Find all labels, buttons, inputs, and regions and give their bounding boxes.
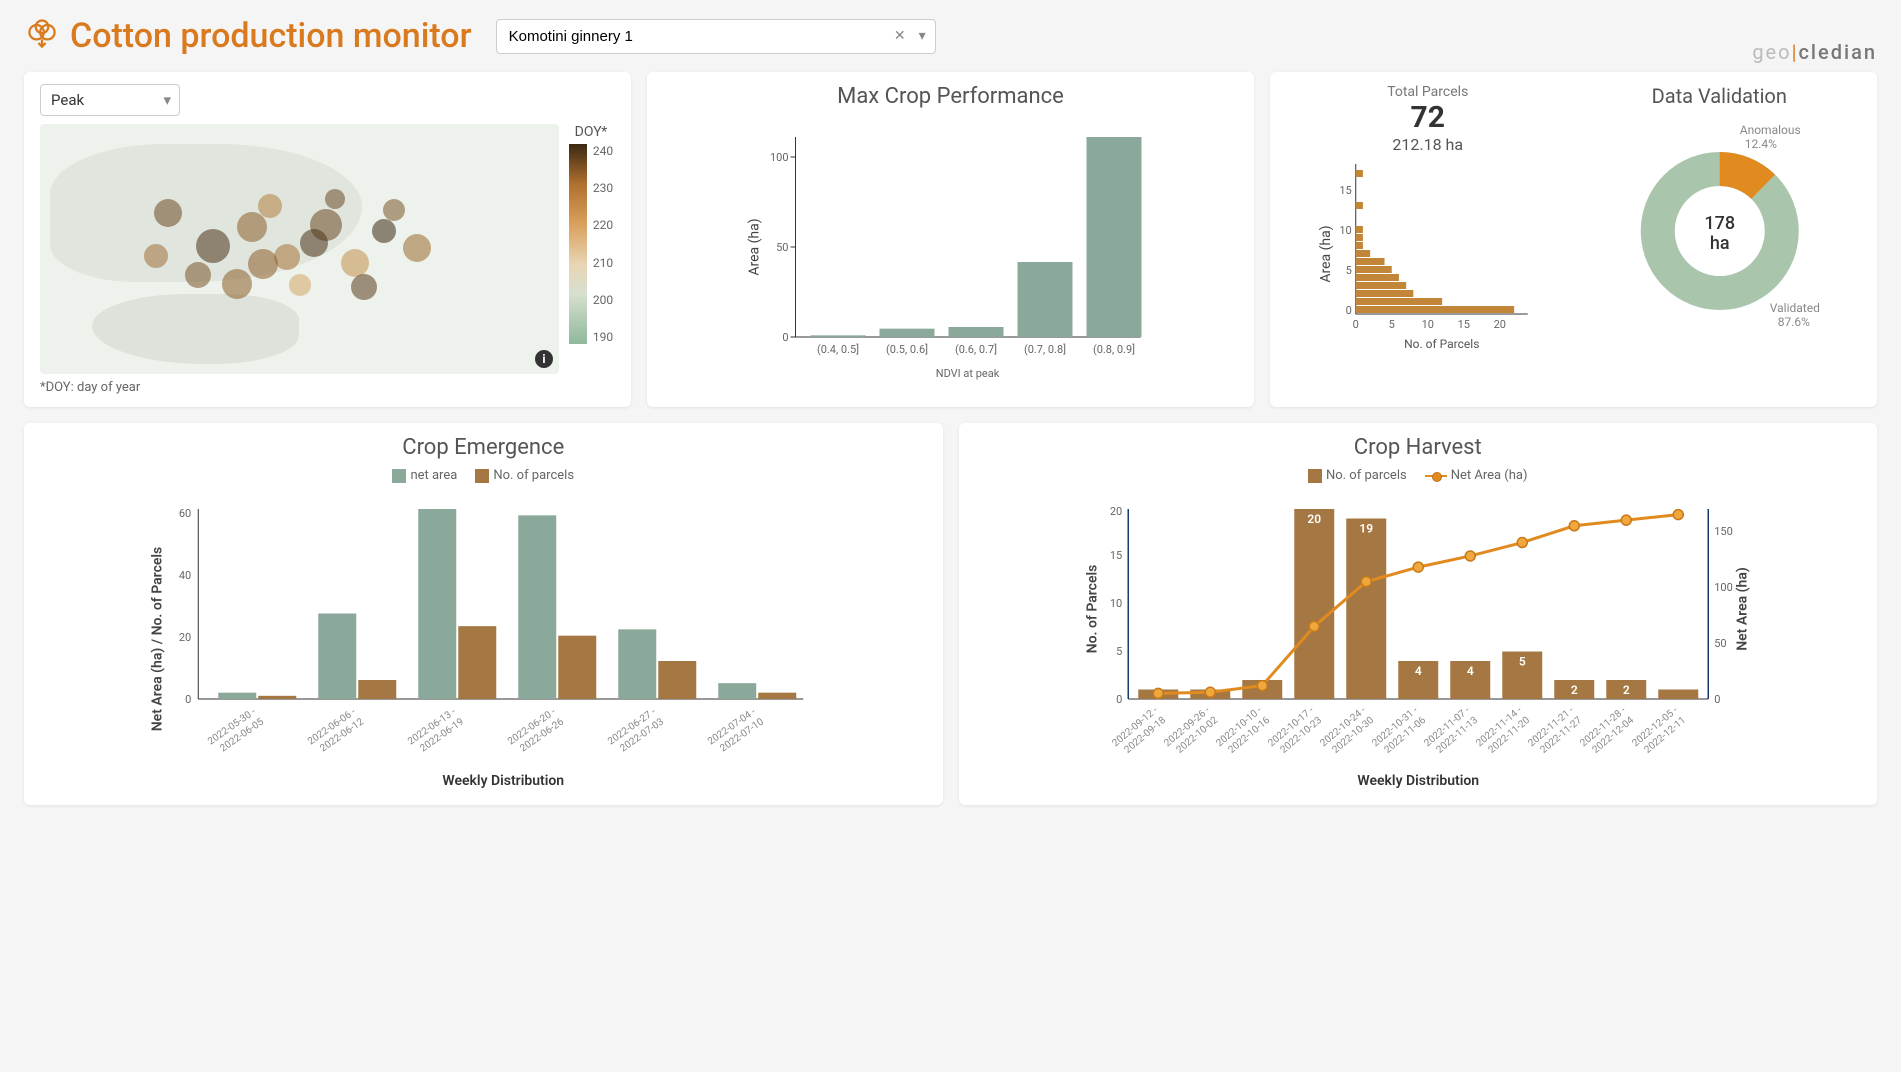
svg-text:12.4%: 12.4%	[1744, 137, 1776, 151]
svg-text:No. of Parcels: No. of Parcels	[1084, 565, 1100, 654]
svg-text:87.6%: 87.6%	[1777, 315, 1809, 329]
harvest-legend: No. of parcels Net Area (ha)	[975, 468, 1862, 483]
svg-text:(0.7, 0.8]: (0.7, 0.8]	[1024, 343, 1066, 356]
emergence-chart[interactable]: Net Area (ha) / No. of Parcels 0 20 40 6…	[40, 489, 927, 789]
svg-text:Area (ha): Area (ha)	[747, 218, 763, 275]
svg-text:0: 0	[1714, 693, 1720, 706]
map-card: Peak	[24, 72, 631, 407]
map-scatter[interactable]: i	[40, 124, 559, 374]
svg-text:4: 4	[1414, 664, 1421, 678]
brand-logo: geo|cledian	[1752, 40, 1877, 64]
svg-text:5: 5	[1389, 318, 1395, 331]
svg-text:Weekly Distribution: Weekly Distribution	[1357, 773, 1479, 789]
svg-text:10: 10	[1109, 597, 1121, 610]
validation-title: Data Validation	[1578, 84, 1862, 108]
svg-text:Validated: Validated	[1769, 301, 1819, 315]
svg-text:0: 0	[185, 693, 191, 706]
svg-text:0: 0	[1353, 318, 1359, 331]
svg-text:No. of Parcels: No. of Parcels	[1404, 337, 1479, 351]
svg-text:(0.8, 0.9]: (0.8, 0.9]	[1093, 343, 1135, 356]
total-parcels-label: Total Parcels	[1286, 84, 1570, 100]
cotton-icon	[24, 16, 60, 56]
svg-text:2: 2	[1622, 683, 1629, 697]
ginnery-select[interactable]: Komotini ginnery 1	[496, 19, 936, 54]
svg-text:150: 150	[1714, 525, 1733, 538]
svg-text:Weekly Distribution: Weekly Distribution	[442, 773, 564, 789]
svg-text:(0.5, 0.6]: (0.5, 0.6]	[886, 343, 928, 356]
svg-text:40: 40	[179, 569, 191, 582]
svg-text:178: 178	[1704, 213, 1735, 234]
svg-text:20: 20	[179, 631, 191, 644]
svg-text:50: 50	[776, 241, 788, 254]
svg-text:0: 0	[1116, 693, 1122, 706]
svg-text:50: 50	[1714, 637, 1726, 650]
svg-text:Net Area (ha): Net Area (ha)	[1734, 567, 1750, 651]
harvest-chart[interactable]: No. of Parcels Net Area (ha) 0 5 10 15 2…	[975, 489, 1862, 789]
svg-text:(0.4, 0.5]: (0.4, 0.5]	[817, 343, 859, 356]
info-icon[interactable]: i	[535, 350, 553, 368]
map-colorbar: DOY* 240 230 220 210 200 190	[567, 124, 615, 374]
svg-text:Area (ha): Area (ha)	[1318, 225, 1334, 282]
svg-text:10: 10	[1339, 224, 1351, 237]
harvest-card: Crop Harvest No. of parcels Net Area (ha…	[959, 423, 1878, 805]
svg-text:10: 10	[1422, 318, 1434, 331]
svg-text:19: 19	[1359, 522, 1373, 536]
validation-card: Total Parcels 72 212.18 ha Area (ha) 0 5…	[1270, 72, 1877, 407]
chart-title: Crop Emergence	[40, 435, 927, 460]
svg-text:15: 15	[1109, 549, 1121, 562]
svg-text:100: 100	[1714, 581, 1733, 594]
svg-text:15: 15	[1458, 318, 1470, 331]
svg-text:5: 5	[1116, 645, 1122, 658]
svg-text:5: 5	[1346, 264, 1352, 277]
svg-text:0: 0	[1346, 304, 1352, 317]
clear-icon[interactable]: ✕	[894, 28, 906, 44]
svg-text:0: 0	[782, 331, 788, 344]
total-area-value: 212.18 ha	[1286, 135, 1570, 154]
svg-text:20: 20	[1307, 512, 1321, 526]
svg-text:ha: ha	[1709, 233, 1729, 254]
chart-title: Max Crop Performance	[663, 84, 1238, 109]
emergence-card: Crop Emergence net area No. of parcels N…	[24, 423, 943, 805]
svg-text:NDVI at peak: NDVI at peak	[936, 367, 1000, 380]
page-title: Cotton production monitor	[70, 16, 472, 56]
total-parcels-value: 72	[1286, 100, 1570, 135]
svg-text:60: 60	[179, 507, 191, 520]
emergence-legend: net area No. of parcels	[40, 468, 927, 483]
svg-text:20: 20	[1109, 505, 1121, 518]
validation-donut[interactable]: 178 ha Anomalous 12.4% Validated 87.6%	[1578, 116, 1862, 336]
svg-text:Anomalous: Anomalous	[1739, 123, 1800, 137]
svg-text:20: 20	[1494, 318, 1506, 331]
svg-text:5: 5	[1518, 655, 1525, 669]
chart-title: Crop Harvest	[975, 435, 1862, 460]
svg-text:4: 4	[1466, 664, 1473, 678]
max-performance-chart[interactable]: Area (ha) 0 50 100 (0.4, 0.5] (0.5, 0.6] (…	[663, 117, 1238, 387]
svg-text:2: 2	[1570, 683, 1577, 697]
max-performance-card: Max Crop Performance Area (ha) 0 50 100 …	[647, 72, 1254, 407]
svg-text:15: 15	[1339, 184, 1351, 197]
svg-text:100: 100	[770, 151, 789, 164]
svg-text:Net Area (ha) / No. of Parcels: Net Area (ha) / No. of Parcels	[149, 547, 165, 731]
doy-footnote: *DOY: day of year	[40, 380, 615, 395]
parcel-histogram[interactable]: Area (ha) 0 5 10 15 0 5 10 15 20	[1286, 154, 1570, 354]
svg-text:(0.6, 0.7]: (0.6, 0.7]	[955, 343, 997, 356]
map-metric-select[interactable]: Peak	[40, 84, 180, 116]
